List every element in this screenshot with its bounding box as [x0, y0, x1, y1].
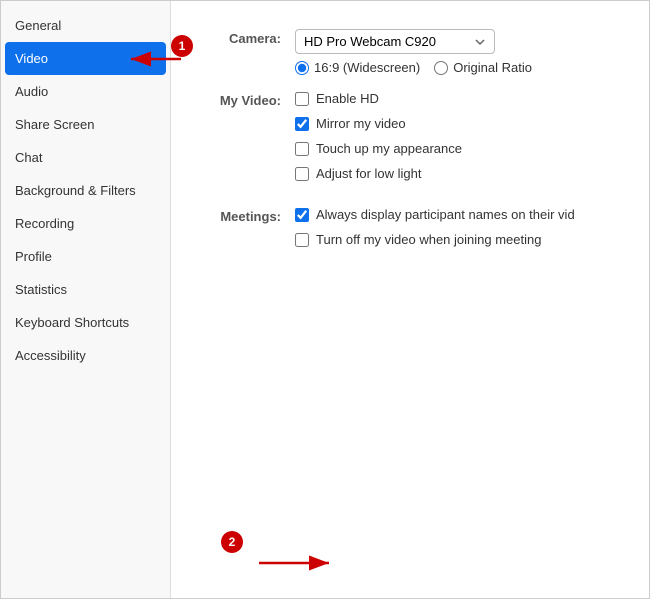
mirror-video-option[interactable]: Mirror my video: [295, 116, 625, 131]
original-ratio-radio-option[interactable]: Original Ratio: [434, 60, 532, 75]
sidebar: General Video Audio Share Screen Chat Ba…: [1, 1, 171, 598]
my-video-row: My Video: Enable HD Mirror my video Touc…: [195, 91, 625, 191]
ratio-radio-group: 16:9 (Widescreen) Original Ratio: [295, 60, 625, 75]
sidebar-item-profile[interactable]: Profile: [1, 240, 170, 273]
mirror-video-label: Mirror my video: [316, 116, 406, 131]
sidebar-item-background-filters[interactable]: Background & Filters: [1, 174, 170, 207]
sidebar-item-statistics[interactable]: Statistics: [1, 273, 170, 306]
sidebar-item-share-screen[interactable]: Share Screen: [1, 108, 170, 141]
original-ratio-label: Original Ratio: [453, 60, 532, 75]
low-light-option[interactable]: Adjust for low light: [295, 166, 625, 181]
sidebar-item-keyboard-shortcuts[interactable]: Keyboard Shortcuts: [1, 306, 170, 339]
display-names-checkbox[interactable]: [295, 208, 309, 222]
my-video-label: My Video:: [195, 91, 295, 108]
sidebar-item-general[interactable]: General: [1, 9, 170, 42]
mirror-video-checkbox[interactable]: [295, 117, 309, 131]
widescreen-label: 16:9 (Widescreen): [314, 60, 420, 75]
turn-off-video-label: Turn off my video when joining meeting: [316, 232, 541, 247]
sidebar-item-audio[interactable]: Audio: [1, 75, 170, 108]
display-names-option[interactable]: Always display participant names on thei…: [295, 207, 625, 222]
low-light-label: Adjust for low light: [316, 166, 422, 181]
settings-section: Camera: HD Pro Webcam C920 Default Camer…: [195, 21, 625, 257]
sidebar-item-video[interactable]: Video: [5, 42, 166, 75]
touch-up-checkbox[interactable]: [295, 142, 309, 156]
original-ratio-radio[interactable]: [434, 61, 448, 75]
main-content: Camera: HD Pro Webcam C920 Default Camer…: [171, 1, 649, 598]
enable-hd-option[interactable]: Enable HD: [295, 91, 625, 106]
turn-off-video-checkbox[interactable]: [295, 233, 309, 247]
display-names-label: Always display participant names on thei…: [316, 207, 575, 222]
camera-row: Camera: HD Pro Webcam C920 Default Camer…: [195, 29, 625, 75]
sidebar-item-recording[interactable]: Recording: [1, 207, 170, 240]
touch-up-option[interactable]: Touch up my appearance: [295, 141, 625, 156]
camera-controls: HD Pro Webcam C920 Default Camera Virtua…: [295, 29, 625, 75]
camera-dropdown[interactable]: HD Pro Webcam C920 Default Camera Virtua…: [295, 29, 495, 54]
enable-hd-label: Enable HD: [316, 91, 379, 106]
camera-label: Camera:: [195, 29, 295, 46]
sidebar-item-accessibility[interactable]: Accessibility: [1, 339, 170, 372]
meetings-label: Meetings:: [195, 207, 295, 224]
enable-hd-checkbox[interactable]: [295, 92, 309, 106]
meetings-controls: Always display participant names on thei…: [295, 207, 625, 257]
sidebar-item-chat[interactable]: Chat: [1, 141, 170, 174]
widescreen-radio[interactable]: [295, 61, 309, 75]
camera-select-group: HD Pro Webcam C920 Default Camera Virtua…: [295, 29, 625, 54]
widescreen-radio-option[interactable]: 16:9 (Widescreen): [295, 60, 420, 75]
meetings-row: Meetings: Always display participant nam…: [195, 207, 625, 257]
my-video-controls: Enable HD Mirror my video Touch up my ap…: [295, 91, 625, 191]
touch-up-label: Touch up my appearance: [316, 141, 462, 156]
turn-off-video-option[interactable]: Turn off my video when joining meeting: [295, 232, 625, 247]
low-light-checkbox[interactable]: [295, 167, 309, 181]
